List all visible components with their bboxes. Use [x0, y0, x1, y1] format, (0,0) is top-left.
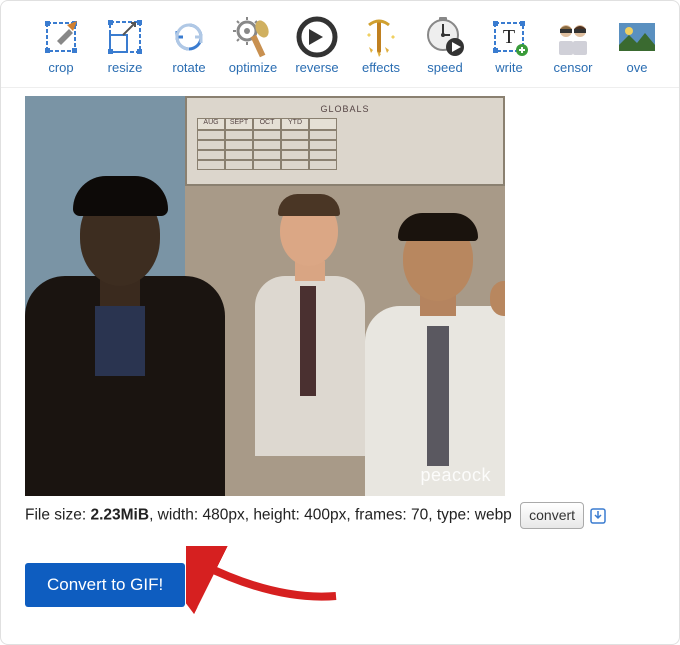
tool-label: ove — [627, 60, 648, 75]
tool-speed[interactable]: speed — [413, 11, 477, 79]
effects-icon — [359, 15, 403, 59]
tool-label: write — [495, 60, 522, 75]
image-preview: GLOBALS AUG SEPT OCT YTD peacock — [25, 96, 505, 496]
reverse-icon — [295, 15, 339, 59]
tool-effects[interactable]: effects — [349, 11, 413, 79]
speed-icon — [423, 15, 467, 59]
tool-label: censor — [553, 60, 592, 75]
tool-censor[interactable]: censor — [541, 11, 605, 79]
tool-optimize[interactable]: optimize — [221, 11, 285, 79]
board-col: OCT — [253, 118, 281, 130]
dimensions-text: , width: 480px, height: 400px, frames: 7… — [149, 507, 512, 524]
board-col: SEPT — [225, 118, 253, 130]
resize-icon — [103, 15, 147, 59]
board-col: YTD — [281, 118, 309, 130]
tool-label: speed — [427, 60, 462, 75]
file-info: File size: 2.23MiB, width: 480px, height… — [25, 502, 679, 529]
tool-reverse[interactable]: reverse — [285, 11, 349, 79]
board-col — [309, 118, 337, 130]
board-col: AUG — [197, 118, 225, 130]
content-area: GLOBALS AUG SEPT OCT YTD peacock File si… — [1, 88, 679, 607]
tool-label: effects — [362, 60, 400, 75]
watermark: peacock — [420, 465, 491, 486]
board-title: GLOBALS — [320, 104, 369, 114]
size-label: File size: — [25, 507, 90, 524]
tool-resize[interactable]: resize — [93, 11, 157, 79]
crop-icon — [39, 15, 83, 59]
overlay-icon — [615, 15, 659, 59]
tool-label: optimize — [229, 60, 277, 75]
convert-small-button[interactable]: convert — [520, 502, 584, 529]
tool-label: resize — [108, 60, 143, 75]
svg-text:T: T — [503, 26, 515, 48]
toolbar: crop resize rotate optimize reverse effe… — [1, 1, 679, 88]
tool-label: crop — [48, 60, 73, 75]
tool-rotate[interactable]: rotate — [157, 11, 221, 79]
tool-label: rotate — [172, 60, 205, 75]
tool-overlay[interactable]: ove — [605, 11, 669, 79]
size-value: 2.23MiB — [90, 507, 149, 524]
convert-to-gif-button[interactable]: Convert to GIF! — [25, 563, 185, 607]
tool-label: reverse — [295, 60, 338, 75]
tool-write[interactable]: T write — [477, 11, 541, 79]
download-icon[interactable] — [590, 508, 606, 524]
write-icon: T — [487, 15, 531, 59]
rotate-icon — [167, 15, 211, 59]
censor-icon — [551, 15, 595, 59]
tool-crop[interactable]: crop — [29, 11, 93, 79]
optimize-icon — [231, 15, 275, 59]
